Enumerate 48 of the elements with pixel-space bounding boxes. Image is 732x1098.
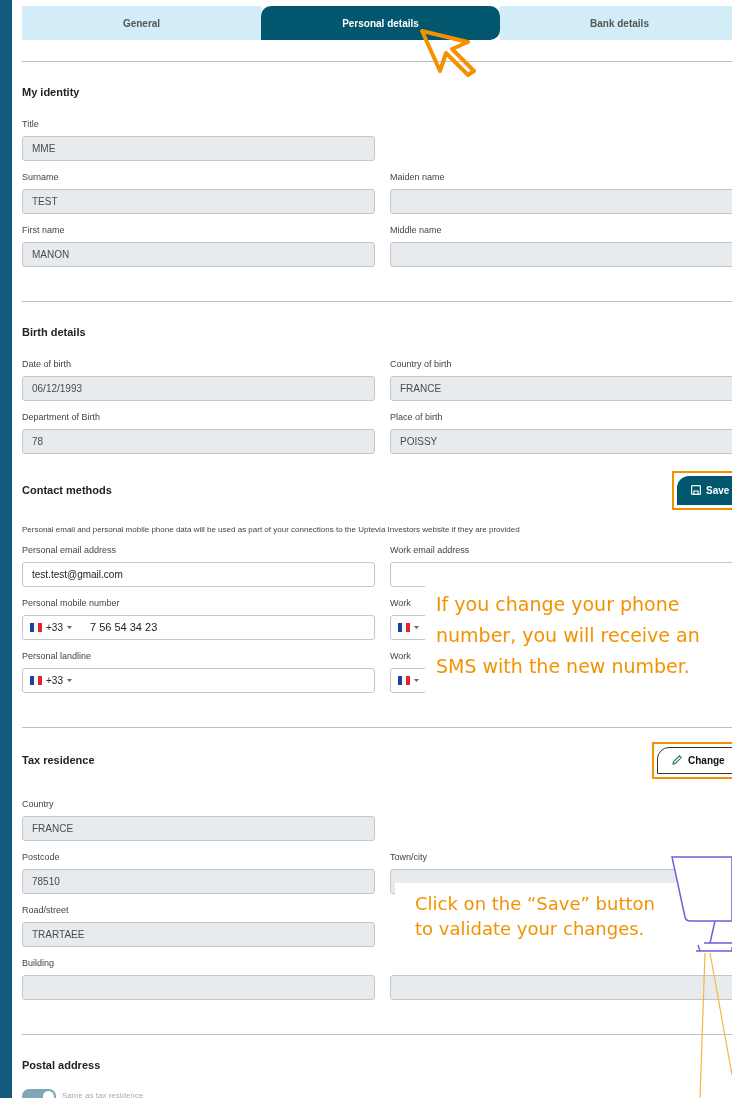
field-label: Building	[22, 957, 55, 971]
change-button[interactable]: Change	[657, 746, 732, 774]
field-label: Place of birth	[390, 411, 443, 425]
field-label: Postcode	[22, 851, 60, 865]
field-label: First name	[22, 224, 65, 238]
phone-value: 7 56 54 34 23	[89, 620, 158, 636]
field-label: Maiden name	[390, 171, 445, 185]
tab[interactable]: Personal details	[261, 6, 500, 40]
field-label: Work email address	[390, 544, 470, 558]
section-title: Contact methods	[22, 482, 112, 498]
field-label: Surname	[22, 171, 59, 185]
field-label: Middle name	[390, 224, 442, 238]
field-label: Town/city	[390, 851, 427, 865]
field-label: Work	[390, 597, 411, 611]
save-button[interactable]: Save	[677, 475, 732, 505]
field-label: Country	[22, 798, 54, 812]
toggle-label: Same as tax residence	[62, 1090, 144, 1098]
tab[interactable]: Bank details	[500, 6, 732, 40]
section-title: My identity	[22, 84, 80, 100]
field-label: Department of Birth	[22, 411, 101, 425]
flag-icon	[398, 623, 410, 632]
section-title: Tax residence	[22, 752, 95, 768]
field-label: Road/street	[22, 904, 69, 918]
tab[interactable]: General	[22, 6, 261, 40]
field-label: Country of birth	[390, 358, 452, 372]
caret-icon	[414, 678, 419, 683]
flag-icon	[30, 623, 42, 632]
section-title: Birth details	[22, 324, 86, 340]
caret-icon	[66, 678, 72, 683]
pencil-icon	[672, 755, 682, 765]
field-label: Work	[390, 650, 411, 664]
flag-icon	[398, 676, 410, 685]
save-icon	[691, 485, 701, 495]
phone-field[interactable]: +33	[22, 668, 375, 693]
phone-field[interactable]: +33 7 56 54 34 23	[22, 615, 375, 640]
dial-code[interactable]: +33	[46, 673, 63, 688]
field-label: Date of birth	[22, 358, 72, 372]
flag-icon	[30, 676, 42, 685]
field-label: Personal email address	[22, 544, 117, 558]
info-text: Personal email and personal mobile phone data will be used as part of your connections to the Uptevia Investors website if they are provided	[22, 524, 521, 536]
caret-icon	[66, 625, 72, 630]
section-title: Postal address	[22, 1057, 101, 1073]
caret-icon	[414, 625, 419, 630]
dial-code[interactable]: +33	[46, 620, 63, 635]
field-label: Personal mobile number	[22, 597, 120, 611]
input-field[interactable]: test.test@gmail.com	[22, 562, 375, 587]
field-label: Title	[22, 118, 39, 132]
field-label: Personal landline	[22, 650, 92, 664]
